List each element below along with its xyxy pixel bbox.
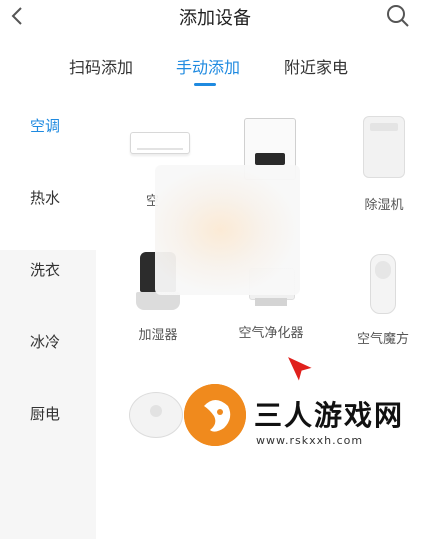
purifier-base bbox=[255, 298, 287, 306]
sidebar-item-refrigeration[interactable]: 冰冷 bbox=[0, 306, 96, 379]
device-label: 空气净化器 bbox=[238, 326, 304, 341]
cursor-arrow-icon bbox=[285, 354, 315, 384]
device-air-cube[interactable]: 空气魔方 bbox=[337, 254, 429, 347]
robot-vacuum-icon bbox=[129, 392, 183, 438]
dehumidifier-icon bbox=[363, 116, 405, 178]
sidebar-item-air-conditioner[interactable]: 空调 bbox=[0, 90, 96, 163]
page-title: 添加设备 bbox=[179, 8, 251, 29]
device-label: 加湿器 bbox=[138, 328, 178, 343]
blurred-region bbox=[155, 165, 300, 295]
device-dehumidifier[interactable]: 除湿机 bbox=[338, 116, 430, 213]
tab-scan-add[interactable]: 扫码添加 bbox=[69, 54, 133, 78]
category-sidebar: 空调 热水 洗衣 冰冷 厨电 bbox=[0, 90, 96, 539]
sidebar-item-laundry[interactable]: 洗衣 bbox=[0, 234, 96, 307]
watermark-url: www.rskxxh.com bbox=[256, 434, 364, 447]
watermark-text: 三人游戏网 bbox=[254, 399, 405, 432]
tab-bar: 扫码添加 手动添加 附近家电 bbox=[0, 50, 430, 86]
device-label: 空气魔方 bbox=[356, 332, 409, 347]
watermark-logo-icon bbox=[184, 384, 246, 446]
air-cube-icon bbox=[370, 254, 396, 314]
header: 添加设备 bbox=[0, 0, 430, 34]
tab-manual-add[interactable]: 手动添加 bbox=[176, 54, 240, 78]
sidebar-item-hot-water[interactable]: 热水 bbox=[0, 162, 96, 235]
active-tab-indicator bbox=[194, 83, 216, 86]
device-label: 除湿机 bbox=[364, 198, 404, 213]
sidebar-item-kitchen[interactable]: 厨电 bbox=[0, 378, 96, 451]
air-conditioner-icon bbox=[130, 132, 190, 154]
search-icon[interactable] bbox=[385, 3, 411, 29]
tab-nearby-appliances[interactable]: 附近家电 bbox=[284, 54, 348, 78]
